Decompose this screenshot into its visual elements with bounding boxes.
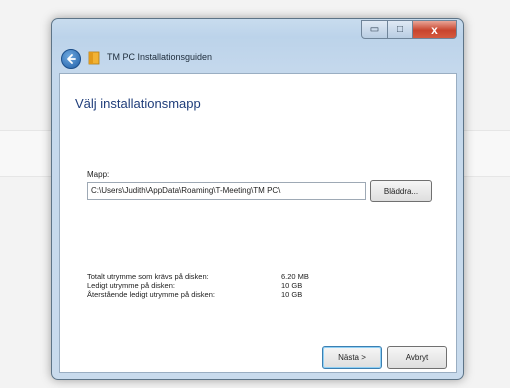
- cancel-button-label: Avbryt: [405, 353, 429, 362]
- cancel-button[interactable]: Avbryt: [387, 346, 447, 369]
- folder-path-input[interactable]: C:\Users\Judith\AppData\Roaming\T-Meetin…: [87, 182, 366, 200]
- browse-button-label: Bläddra...: [383, 186, 419, 196]
- next-button-label: Nästa >: [338, 353, 366, 362]
- wizard-content: Välj installationsmapp Mapp: C:\Users\Ju…: [59, 73, 457, 373]
- back-arrow-icon: [67, 54, 76, 64]
- free-space-value: 10 GB: [281, 281, 303, 290]
- disk-info-labels: Totalt utrymme som krävs på disken: Ledi…: [87, 272, 215, 299]
- folder-app-icon: [88, 51, 100, 65]
- remaining-space-label: Återstående ledigt utrymme på disken:: [87, 290, 215, 299]
- browse-button[interactable]: Bläddra...: [370, 180, 432, 202]
- next-button[interactable]: Nästa >: [322, 346, 382, 369]
- required-space-value: 6.20 MB: [281, 272, 309, 281]
- free-space-label: Ledigt utrymme på disken:: [87, 281, 175, 290]
- disk-info-values: 6.20 MB 10 GB 10 GB: [281, 272, 309, 299]
- close-icon: x: [431, 22, 438, 37]
- page-title: Välj installationsmapp: [75, 96, 201, 111]
- installer-window: ▭ □ x TM PC Installationsguiden Välj ins…: [51, 18, 464, 380]
- caption-buttons: ▭ □ x: [361, 20, 457, 39]
- back-button[interactable]: [61, 49, 81, 69]
- folder-label: Mapp:: [87, 170, 110, 179]
- required-space-label: Totalt utrymme som krävs på disken:: [87, 272, 209, 281]
- minimize-icon: ▭: [369, 24, 380, 35]
- remaining-space-value: 10 GB: [281, 290, 303, 299]
- maximize-button[interactable]: □: [388, 20, 413, 39]
- window-title: TM PC Installationsguiden: [107, 52, 213, 62]
- maximize-icon: □: [396, 24, 404, 35]
- close-button[interactable]: x: [413, 20, 457, 39]
- minimize-button[interactable]: ▭: [361, 20, 388, 39]
